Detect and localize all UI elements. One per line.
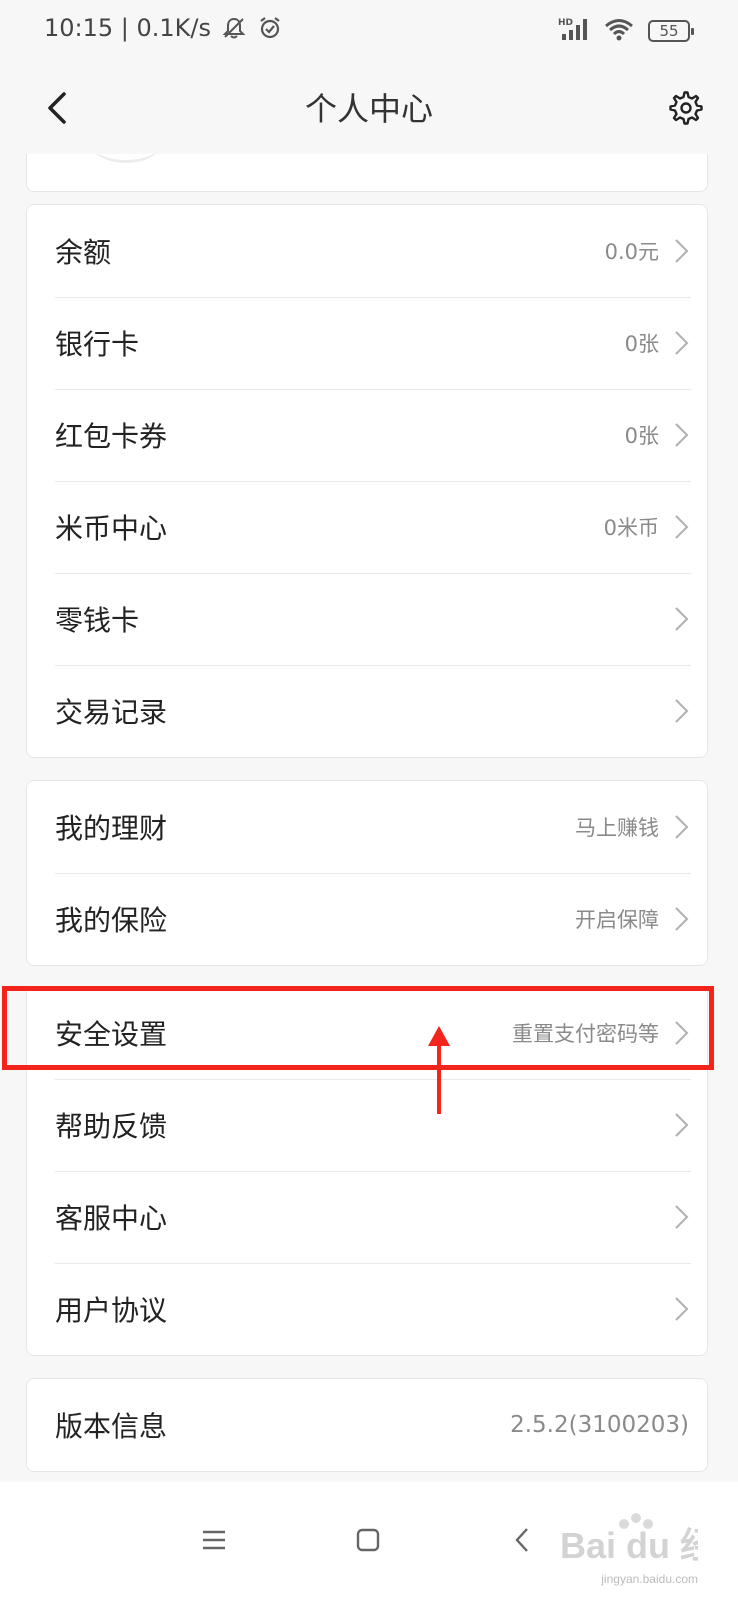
menu-item-label: 版本信息 [55,1410,168,1443]
gear-icon [669,91,703,125]
annotation-highlight-box [2,986,714,1070]
menu-item-balance[interactable]: 余额 0.0元 [27,205,707,297]
version-section: 版本信息 2.5.2(3100203) [26,1378,708,1472]
alarm-icon [257,15,283,41]
menu-item-customer-service[interactable]: 客服中心 [27,1171,707,1263]
chevron-right-icon [675,239,689,263]
menu-item-mi-coin[interactable]: 米币中心 0米币 [27,481,707,573]
menu-item-label: 银行卡 [55,328,140,361]
profile-card-partial [26,154,708,192]
menu-item-help-feedback[interactable]: 帮助反馈 [27,1079,707,1171]
wallet-section: 余额 0.0元 银行卡 0张 红包卡券 0张 米币中心 0米币 零钱卡 交易记录 [26,204,708,758]
battery-icon: 55 [648,20,694,42]
chevron-right-icon [675,331,689,355]
back-chevron-icon[interactable] [502,1520,542,1560]
version-value: 2.5.2(3100203) [510,1412,689,1438]
chevron-right-icon [675,515,689,539]
status-right: HD 55 [558,16,694,46]
annotation-arrow-icon [428,1026,450,1114]
menu-item-transactions[interactable]: 交易记录 [27,665,707,757]
finance-section: 我的理财 马上赚钱 我的保险 开启保障 [26,780,708,966]
menu-item-label: 红包卡券 [55,420,168,453]
menu-item-value: 0张 [624,332,659,356]
signal-icon: HD [558,16,590,46]
menu-item-insurance[interactable]: 我的保险 开启保障 [27,873,707,965]
menu-item-label: 我的理财 [55,812,168,845]
menu-item-value: 开启保障 [575,908,659,932]
wifi-icon [604,17,634,45]
menu-item-label: 零钱卡 [55,604,140,637]
menu-item-value: 马上赚钱 [575,816,659,840]
chevron-right-icon [675,423,689,447]
settings-button[interactable] [660,82,712,134]
header: 个人中心 [0,62,738,154]
menu-icon[interactable] [194,1520,234,1560]
menu-item-bank-card[interactable]: 银行卡 0张 [27,297,707,389]
home-square-icon[interactable] [348,1520,388,1560]
menu-item-label: 米币中心 [55,512,168,545]
menu-item-label: 客服中心 [55,1202,168,1235]
chevron-right-icon [675,1205,689,1229]
chevron-right-icon [675,607,689,631]
watermark-url: jingyan.baidu.com [601,1572,698,1586]
mute-bell-icon [221,15,247,41]
chevron-right-icon [675,1113,689,1137]
menu-item-label: 用户协议 [55,1294,168,1327]
menu-item-label: 交易记录 [55,696,168,729]
avatar [91,154,161,163]
menu-item-label: 我的保险 [55,904,168,937]
page-title: 个人中心 [304,90,433,128]
menu-item-value: 0米币 [603,516,659,540]
status-bar: 10:15 | 0.1K/s HD 55 [0,0,738,62]
menu-item-change-card[interactable]: 零钱卡 [27,573,707,665]
menu-item-version[interactable]: 版本信息 2.5.2(3100203) [27,1379,707,1471]
menu-item-user-agreement[interactable]: 用户协议 [27,1263,707,1355]
chevron-right-icon [675,699,689,723]
network-label: HD [558,18,573,28]
menu-item-label: 余额 [55,236,112,269]
status-time-speed: 10:15 | 0.1K/s [44,14,212,42]
menu-item-value: 0.0元 [604,240,659,264]
chevron-right-icon [675,907,689,931]
menu-item-wealth[interactable]: 我的理财 马上赚钱 [27,781,707,873]
menu-item-value: 0张 [624,424,659,448]
menu-item-label: 帮助反馈 [55,1110,168,1143]
chevron-right-icon [675,815,689,839]
chevron-right-icon [675,1297,689,1321]
battery-level: 55 [659,22,679,40]
status-left: 10:15 | 0.1K/s [44,14,283,42]
menu-item-coupons[interactable]: 红包卡券 0张 [27,389,707,481]
watermark-brand: Bai du 经验 [560,1525,698,1566]
